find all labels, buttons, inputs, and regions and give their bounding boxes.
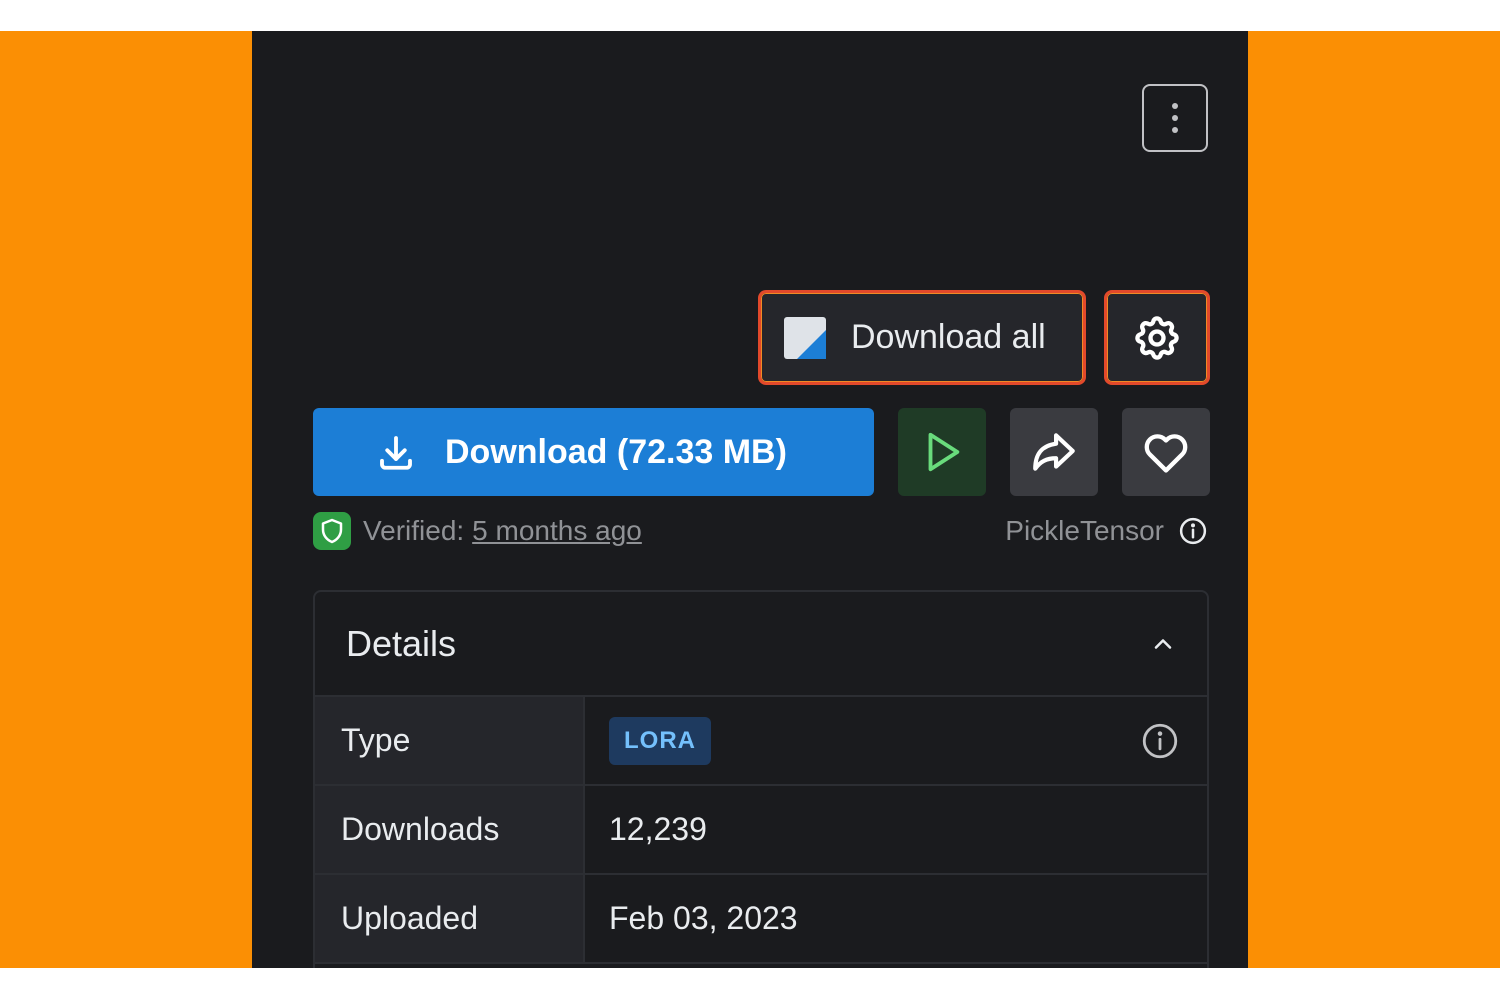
type-badge: LORA [609, 716, 711, 765]
chevron-up-icon[interactable] [1149, 630, 1177, 658]
author-name: PickleTensor [1005, 515, 1164, 546]
downloads-key: Downloads [315, 786, 585, 873]
share-button[interactable] [1010, 408, 1098, 496]
heart-icon [1144, 434, 1188, 473]
download-all-icon [784, 316, 826, 359]
favorite-button[interactable] [1122, 408, 1210, 496]
downloads-value: 12,239 [609, 811, 707, 847]
details-section: Details Type LORA Downloads 12,239 Uploa… [313, 590, 1209, 968]
details-row-downloads: Downloads 12,239 [315, 786, 1207, 875]
share-icon [1033, 433, 1075, 471]
verification-row: Verified: 5 months ago [313, 511, 642, 551]
type-value: LORA [585, 697, 1207, 784]
download-icon [380, 436, 412, 470]
settings-button[interactable] [1104, 290, 1210, 385]
info-icon[interactable] [1139, 720, 1181, 762]
uploaded-value: Feb 03, 2023 [609, 900, 798, 936]
more-options-button[interactable] [1142, 84, 1208, 152]
details-header[interactable]: Details [315, 592, 1207, 697]
verified-time-link[interactable]: 5 months ago [472, 515, 642, 547]
more-vertical-icon [1172, 103, 1178, 133]
author-row: PickleTensor [1005, 511, 1208, 551]
verified-label: Verified: [363, 515, 465, 546]
details-row-type: Type LORA [315, 697, 1207, 786]
shield-check-icon [313, 512, 351, 550]
download-all-label: Download all [851, 318, 1046, 356]
uploaded-key: Uploaded [315, 875, 585, 962]
download-label: Download (72.33 MB) [445, 432, 787, 471]
details-row-uploaded: Uploaded Feb 03, 2023 [315, 875, 1207, 964]
model-panel: Download all Download (72.33 MB) Verifie… [252, 31, 1248, 968]
details-title: Details [346, 622, 457, 664]
run-button[interactable] [898, 408, 986, 496]
play-icon [928, 432, 960, 472]
gear-icon [1135, 315, 1179, 360]
download-button[interactable]: Download (72.33 MB) [313, 408, 874, 496]
info-icon[interactable] [1178, 516, 1208, 546]
download-all-button[interactable]: Download all [758, 290, 1086, 385]
type-key: Type [315, 697, 585, 784]
